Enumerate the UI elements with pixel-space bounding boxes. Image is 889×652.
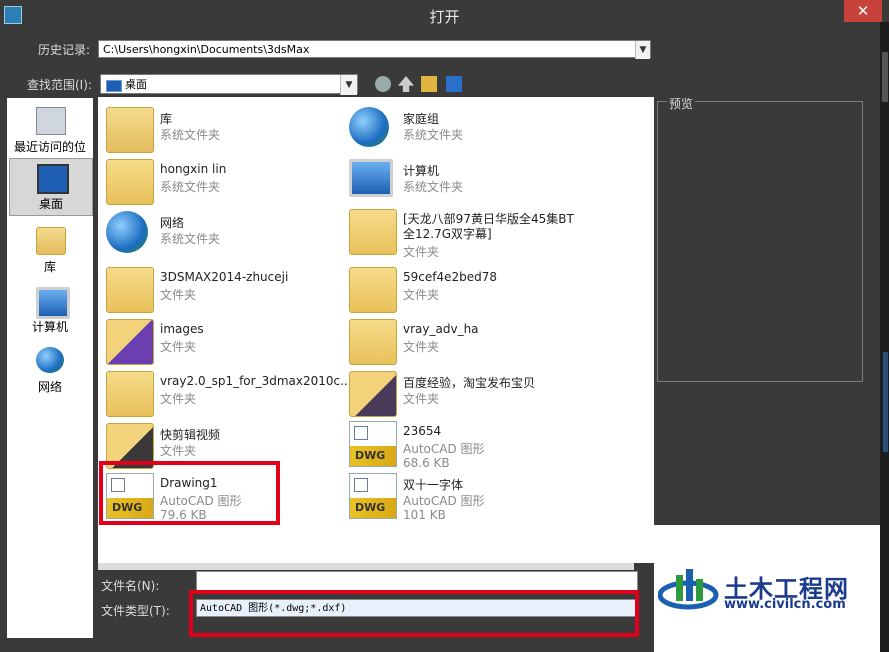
back-icon[interactable] <box>375 76 391 92</box>
file-item[interactable]: DWG 23654 AutoCAD 图形 68.6 KB <box>343 417 581 473</box>
place-recent[interactable]: 最近访问的位置 <box>9 102 91 171</box>
file-item[interactable]: 计算机 系统文件夹 <box>343 155 581 205</box>
up-folder-icon[interactable] <box>398 76 414 92</box>
folder-icon <box>106 267 154 313</box>
chevron-down-icon[interactable]: ▼ <box>340 75 357 95</box>
file-item[interactable]: DWG 双十一字体 AutoCAD 图形 101 KB <box>343 469 581 525</box>
filetype-label: 文件类型(T): <box>101 604 170 618</box>
file-item[interactable]: vray2.0_sp1_for_3dmax2010c... 文件夹 <box>100 367 352 417</box>
open-dialog: 打开 ✕ 历史记录: C:\Users\hongxin\Documents\3d… <box>0 0 889 652</box>
library-folder-icon <box>106 107 154 153</box>
recent-places-icon <box>36 107 66 135</box>
user-folder-icon <box>106 159 154 205</box>
watermark-url: www.civilcn.com <box>724 597 846 612</box>
history-value: C:\Users\hongxin\Documents\3dsMax <box>103 43 310 56</box>
background-window-edge <box>880 22 889 652</box>
lookin-label: 查找范围(I): <box>27 78 92 92</box>
place-desktop[interactable]: 桌面 <box>9 158 93 216</box>
chevron-down-icon[interactable]: ▼ <box>635 41 650 59</box>
civilcn-logo-icon <box>658 569 719 610</box>
close-button[interactable]: ✕ <box>844 0 882 22</box>
place-library[interactable]: 库 <box>9 222 91 278</box>
folder-icon <box>349 371 397 417</box>
homegroup-icon <box>349 107 389 147</box>
network-icon <box>106 211 148 253</box>
network-icon <box>36 347 64 373</box>
file-item[interactable]: 库 系统文件夹 <box>100 103 338 153</box>
history-label: 历史记录: <box>38 43 91 57</box>
desktop-icon <box>106 80 122 92</box>
dwg-file-icon: DWG <box>349 473 397 519</box>
highlight-box-filetype <box>189 590 639 637</box>
view-menu-icon[interactable] <box>446 76 462 92</box>
place-computer[interactable]: 计算机 <box>9 282 91 338</box>
lookin-combo[interactable]: 桌面 ▼ <box>100 74 358 95</box>
folder-icon <box>349 209 397 255</box>
file-item[interactable]: [天龙八部97黄日华版全45集BT全12.7G双字幕] 文件夹 <box>343 205 581 261</box>
preview-panel <box>657 101 863 382</box>
place-network[interactable]: 网络 <box>9 342 91 398</box>
filename-input[interactable] <box>196 571 638 591</box>
highlight-box-drawing1 <box>99 461 280 525</box>
dialog-title: 打开 <box>429 8 460 26</box>
folder-icon <box>349 319 397 365</box>
horizontal-scrollbar[interactable] <box>98 563 634 570</box>
file-item[interactable]: 3DSMAX2014-zhuceji 文件夹 <box>100 263 338 313</box>
folder-icon <box>106 371 154 417</box>
file-item[interactable]: vray_adv_ha 文件夹 <box>343 315 581 365</box>
lookin-value: 桌面 <box>125 78 147 91</box>
desktop-icon <box>37 164 69 194</box>
watermark: 土木工程网 www.civilcn.com <box>654 525 880 652</box>
filename-label: 文件名(N): <box>101 579 160 593</box>
file-item[interactable]: hongxin lin 系统文件夹 <box>100 155 338 205</box>
file-item[interactable]: 网络 系统文件夹 <box>100 207 338 257</box>
folder-icon <box>106 319 154 365</box>
new-folder-icon[interactable] <box>421 76 437 92</box>
dwg-file-icon: DWG <box>349 421 397 467</box>
file-item[interactable]: 百度经验，淘宝发布宝贝 文件夹 <box>343 367 581 417</box>
folder-icon <box>349 267 397 313</box>
file-item[interactable]: 59cef4e2bed78 文件夹 <box>343 263 581 313</box>
library-icon <box>36 227 66 255</box>
title-bar: 打开 ✕ <box>0 0 889 32</box>
history-combo[interactable]: C:\Users\hongxin\Documents\3dsMax ▼ <box>98 40 651 59</box>
preview-label: 预览 <box>667 95 696 112</box>
places-bar: 最近访问的位置 桌面 库 计算机 网络 <box>7 98 93 638</box>
computer-icon <box>36 287 70 319</box>
file-item[interactable]: 家庭组 系统文件夹 <box>343 103 581 153</box>
computer-icon <box>349 159 393 197</box>
file-item[interactable]: images 文件夹 <box>100 315 338 365</box>
